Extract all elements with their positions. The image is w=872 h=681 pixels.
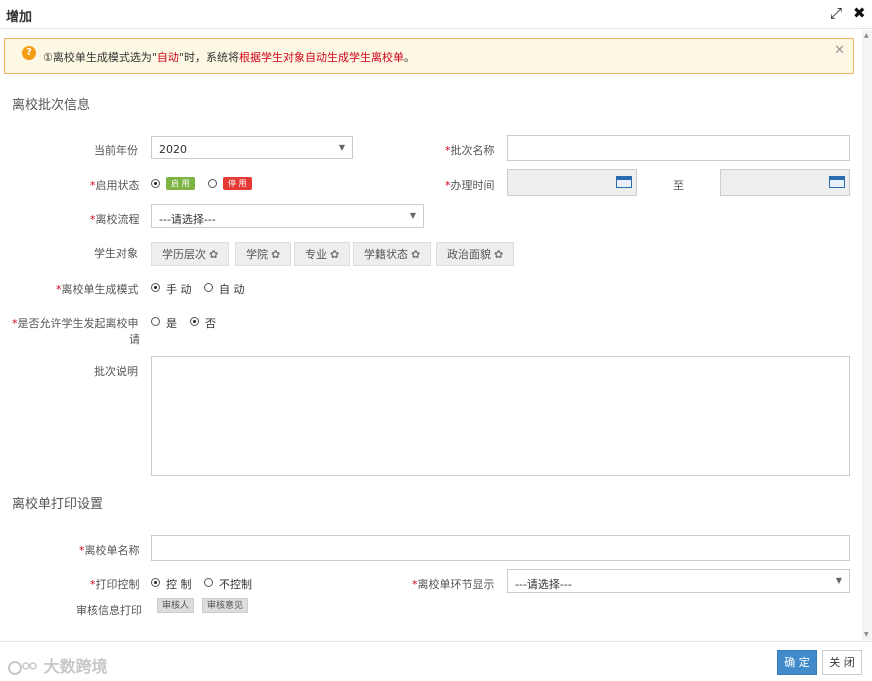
vertical-scrollbar[interactable]: ▲ ▼ bbox=[862, 30, 872, 640]
gear-icon: ✿ bbox=[330, 248, 340, 261]
mode-auto-text: 自 动 bbox=[219, 283, 245, 296]
stage-select[interactable]: ---请选择--- ▼ bbox=[507, 569, 850, 593]
allow-no-text: 否 bbox=[205, 317, 216, 330]
target-college-button[interactable]: 学院 ✿ bbox=[235, 242, 292, 266]
audit-opinion-tag[interactable]: 审核意见 bbox=[202, 598, 249, 613]
batch-name-label: *批次名称 bbox=[445, 144, 495, 157]
allow-yes-radio[interactable] bbox=[151, 317, 160, 326]
alert-close-icon[interactable]: ✕ bbox=[834, 43, 845, 58]
question-icon: ? bbox=[22, 46, 36, 60]
batch-name-input[interactable] bbox=[507, 135, 850, 161]
close-button[interactable]: 关 闭 bbox=[822, 650, 862, 675]
dialog-titlebar: 增加 ⤢ ✖ bbox=[0, 0, 872, 29]
mode-manual-text: 手 动 bbox=[166, 283, 192, 296]
allow-no-radio[interactable] bbox=[190, 317, 199, 326]
confirm-button[interactable]: 确 定 bbox=[777, 650, 817, 675]
dialog-title: 增加 bbox=[6, 10, 33, 25]
status-disable-badge: 停 用 bbox=[223, 177, 252, 190]
desc-label: 批次说明 bbox=[94, 365, 138, 378]
status-enable-radio[interactable] bbox=[151, 179, 160, 188]
mode-manual-radio[interactable] bbox=[151, 283, 160, 292]
gear-icon: ✿ bbox=[494, 248, 504, 261]
target-education-level-button[interactable]: 学历层次 ✿ bbox=[151, 242, 230, 266]
audit-label: 审核信息打印 bbox=[76, 604, 142, 617]
end-date-input[interactable] bbox=[720, 169, 850, 196]
calendar-icon[interactable] bbox=[616, 176, 632, 188]
mode-label: *离校单生成模式 bbox=[56, 283, 139, 296]
status-disable-radio[interactable] bbox=[208, 179, 217, 188]
start-date-input[interactable] bbox=[507, 169, 637, 196]
gear-icon: ✿ bbox=[411, 248, 421, 261]
audit-person-tag[interactable]: 审核人 bbox=[157, 598, 195, 613]
status-label: *启用状态 bbox=[90, 179, 140, 192]
allow-label-cont: 请 bbox=[129, 333, 140, 346]
print-nocontrol-radio[interactable] bbox=[204, 578, 213, 587]
allow-yes-text: 是 bbox=[166, 317, 177, 330]
year-select[interactable]: 2020 ▼ bbox=[151, 136, 353, 159]
gear-icon: ✿ bbox=[209, 248, 219, 261]
year-label: 当前年份 bbox=[94, 144, 138, 157]
scroll-up-icon[interactable]: ▲ bbox=[864, 32, 869, 39]
chevron-down-icon: ▼ bbox=[338, 143, 345, 152]
print-control-radio[interactable] bbox=[151, 578, 160, 587]
gear-icon: ✿ bbox=[271, 248, 281, 261]
process-label: *离校流程 bbox=[90, 213, 140, 226]
print-nocontrol-text: 不控制 bbox=[219, 578, 252, 591]
target-label: 学生对象 bbox=[94, 247, 138, 260]
chevron-down-icon: ▼ bbox=[409, 211, 416, 220]
form-name-input[interactable] bbox=[151, 535, 850, 561]
form-name-label: *离校单名称 bbox=[79, 544, 140, 557]
maximize-icon[interactable]: ⤢ bbox=[830, 4, 842, 22]
scroll-down-icon[interactable]: ▼ bbox=[864, 631, 869, 638]
watermark-logo: 大数跨境 bbox=[8, 653, 108, 677]
process-select[interactable]: ---请选择--- ▼ bbox=[151, 204, 424, 228]
print-control-text: 控 制 bbox=[166, 578, 192, 591]
stage-label: *离校单环节显示 bbox=[412, 578, 495, 591]
close-icon[interactable]: ✖ bbox=[853, 4, 866, 22]
time-to-label: 至 bbox=[673, 179, 684, 192]
desc-textarea[interactable] bbox=[151, 356, 850, 476]
target-political-button[interactable]: 政治面貌 ✿ bbox=[436, 242, 515, 266]
logo-icon bbox=[8, 660, 37, 675]
print-label: *打印控制 bbox=[90, 578, 140, 591]
status-enable-badge: 启 用 bbox=[166, 177, 195, 190]
section-batch-info: 离校批次信息 bbox=[12, 98, 91, 113]
target-major-button[interactable]: 专业 ✿ bbox=[294, 242, 351, 266]
chevron-down-icon: ▼ bbox=[835, 576, 842, 585]
alert-message: ①离校单生成模式选为"自动"时，系统将根据学生对象自动生成学生离校单。 bbox=[43, 51, 415, 64]
calendar-icon[interactable] bbox=[829, 176, 845, 188]
footer-divider bbox=[0, 641, 872, 642]
info-alert: ? ①离校单生成模式选为"自动"时，系统将根据学生对象自动生成学生离校单。 ✕ bbox=[4, 38, 854, 74]
allow-label: *是否允许学生发起离校申 bbox=[12, 317, 139, 330]
mode-auto-radio[interactable] bbox=[204, 283, 213, 292]
target-status-button[interactable]: 学籍状态 ✿ bbox=[353, 242, 432, 266]
section-print-settings: 离校单打印设置 bbox=[12, 497, 104, 512]
time-label: *办理时间 bbox=[445, 179, 495, 192]
